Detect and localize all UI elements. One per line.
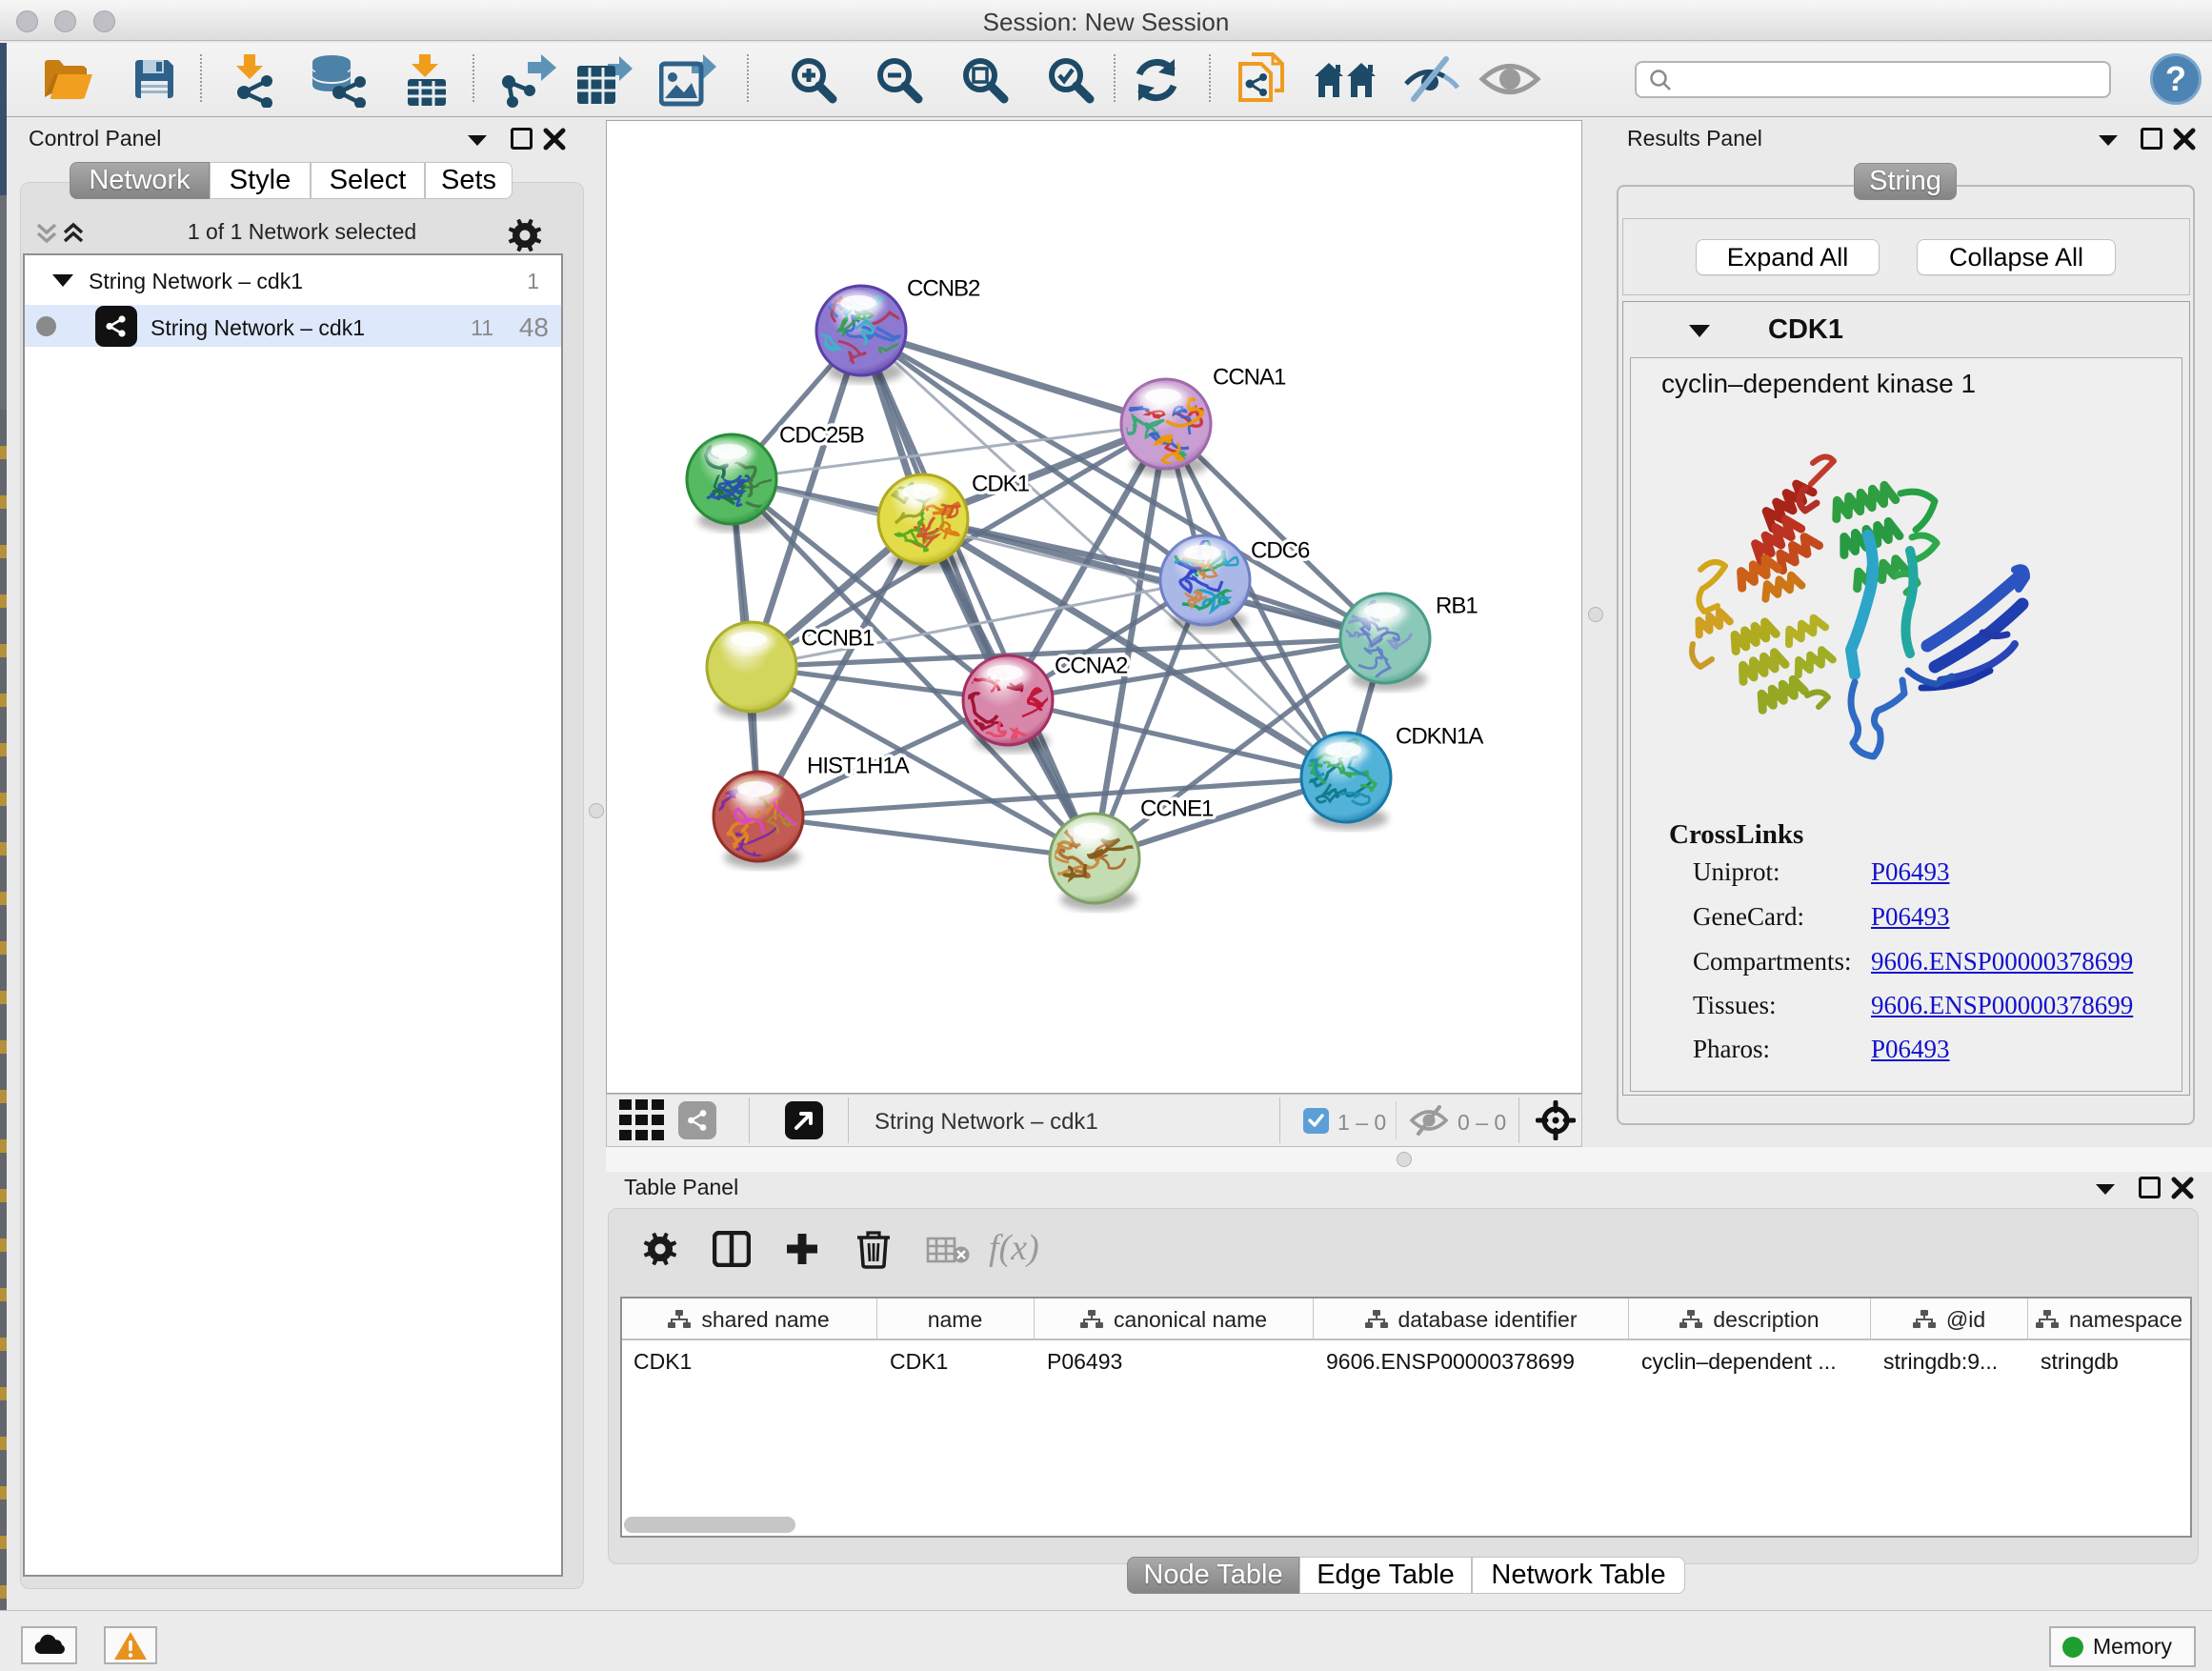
svg-text:HIST1H1A: HIST1H1A: [807, 754, 910, 779]
svg-text:CDK1: CDK1: [972, 472, 1030, 497]
svg-text:CDKN1A: CDKN1A: [1396, 724, 1483, 750]
svg-text:CCNA1: CCNA1: [1213, 365, 1286, 391]
svg-text:CDC6: CDC6: [1251, 538, 1310, 564]
svg-text:CCNB1: CCNB1: [801, 626, 875, 652]
svg-text:CCNE1: CCNE1: [1140, 796, 1214, 822]
svg-text:RB1: RB1: [1436, 594, 1478, 619]
svg-text:CCNA2: CCNA2: [1055, 654, 1128, 679]
svg-text:CDC25B: CDC25B: [779, 423, 864, 449]
svg-text:CCNB2: CCNB2: [907, 276, 980, 302]
